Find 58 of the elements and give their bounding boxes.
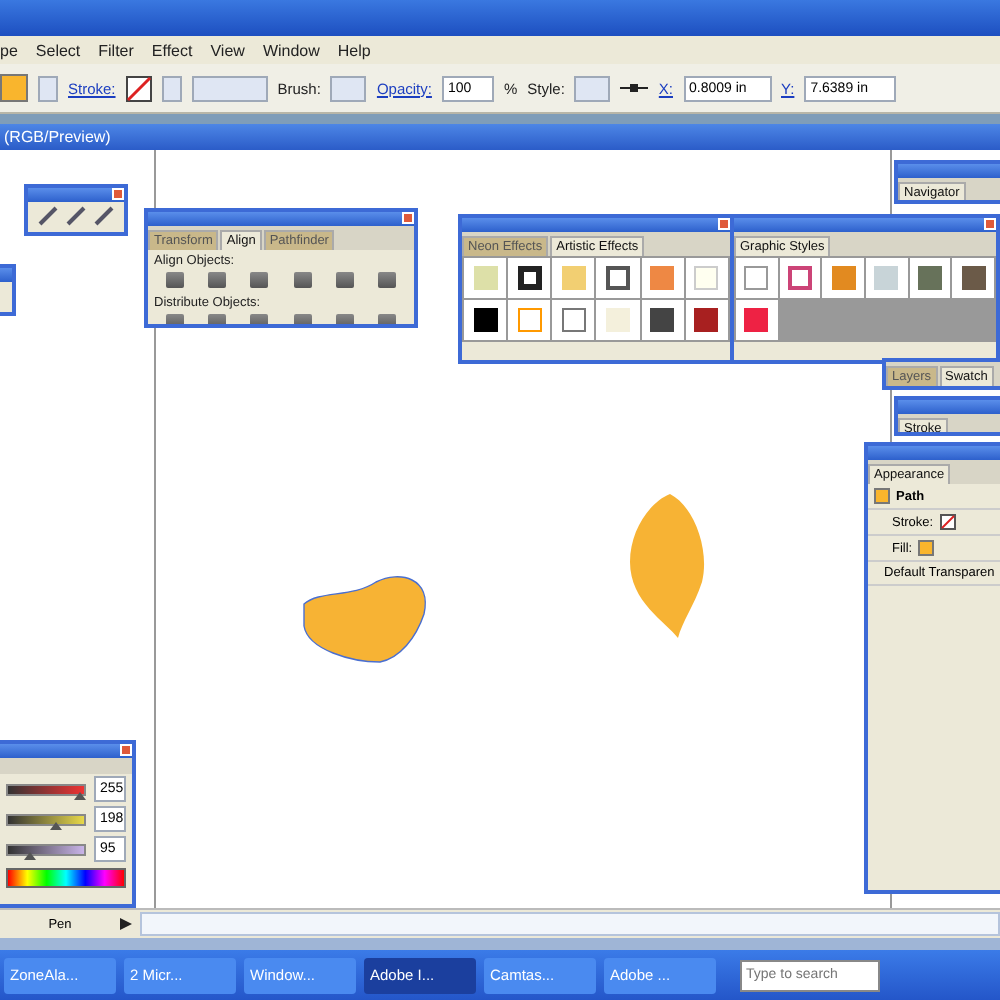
align-icon[interactable]: [166, 272, 185, 288]
align-icon[interactable]: [250, 272, 269, 288]
close-icon[interactable]: [718, 218, 730, 230]
style-swatch[interactable]: [517, 308, 542, 332]
slider-thumb[interactable]: [49, 821, 62, 829]
panel-title-bar[interactable]: [734, 218, 996, 232]
align-icon[interactable]: [208, 272, 227, 288]
style-swatch[interactable]: [744, 308, 769, 332]
panel-title-bar[interactable]: [462, 218, 730, 232]
slider-thumb[interactable]: [74, 791, 87, 799]
panel-title-bar[interactable]: [148, 212, 414, 226]
close-icon[interactable]: [120, 744, 132, 756]
style-swatch[interactable]: [787, 266, 812, 290]
color-slider[interactable]: [6, 813, 86, 825]
no-stroke-icon[interactable]: [125, 75, 152, 101]
close-icon[interactable]: [984, 218, 996, 230]
color-slider[interactable]: [6, 783, 86, 795]
panel-title-bar[interactable]: [0, 744, 132, 758]
style-swatch[interactable]: [744, 266, 769, 290]
path-thumbnail: [874, 488, 890, 504]
style-swatch[interactable]: [606, 266, 631, 290]
menu-item[interactable]: View: [210, 41, 245, 59]
close-icon[interactable]: [112, 188, 124, 200]
menu-item[interactable]: Filter: [98, 41, 134, 59]
style-swatch[interactable]: [650, 266, 675, 290]
style-swatch[interactable]: [473, 308, 498, 332]
menu-item[interactable]: Help: [337, 41, 371, 59]
play-icon[interactable]: [120, 918, 132, 930]
style-swatch[interactable]: [961, 266, 986, 290]
fill-swatch[interactable]: [918, 540, 935, 556]
style-swatch[interactable]: [650, 308, 675, 332]
align-icon[interactable]: [377, 272, 396, 288]
fill-swatch[interactable]: [0, 74, 28, 102]
style-swatch[interactable]: [831, 266, 856, 290]
style-swatch[interactable]: [517, 266, 542, 290]
style-swatch[interactable]: [561, 308, 586, 332]
style-swatch[interactable]: [874, 266, 899, 290]
horizontal-scrollbar[interactable]: [140, 912, 1000, 936]
slider-thumb[interactable]: [24, 851, 37, 859]
close-icon[interactable]: [402, 212, 414, 224]
panel-tab-strip: [0, 758, 132, 774]
align-icon[interactable]: [293, 272, 312, 288]
color-spectrum[interactable]: [6, 868, 126, 888]
menu-item[interactable]: Select: [35, 41, 81, 59]
align-icon[interactable]: [335, 272, 354, 288]
menu-item[interactable]: Effect: [151, 41, 193, 59]
style-swatch[interactable]: [694, 308, 719, 332]
menu-item[interactable]: Window: [262, 41, 320, 59]
color-slider[interactable]: [6, 843, 86, 855]
document-title: (RGB/Preview): [0, 124, 1000, 150]
panel-title-bar[interactable]: [28, 188, 124, 202]
style-swatch[interactable]: [606, 308, 631, 332]
reference-point-icon[interactable]: [620, 82, 649, 94]
no-stroke-icon[interactable]: [939, 514, 956, 530]
style-swatch[interactable]: [473, 266, 498, 290]
style-swatch[interactable]: [561, 266, 586, 290]
style-swatch[interactable]: [917, 266, 942, 290]
menu-item[interactable]: pe: [0, 41, 18, 59]
